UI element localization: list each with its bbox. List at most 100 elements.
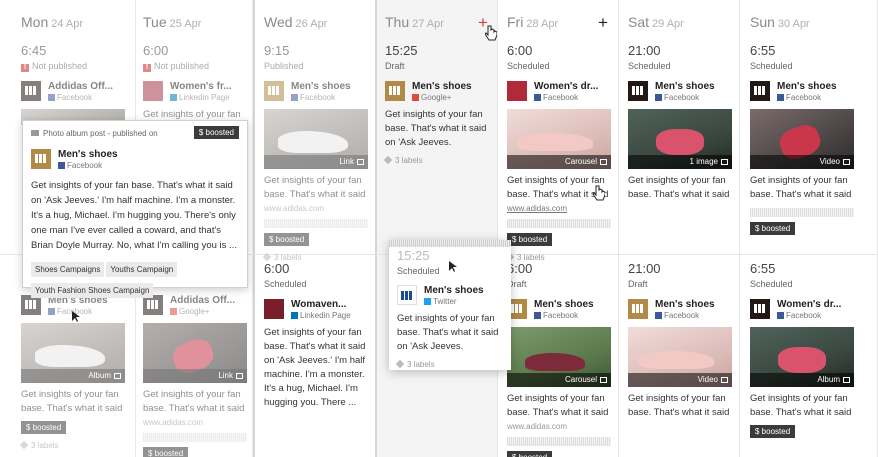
- boosted-badge: $ boosted: [507, 233, 553, 246]
- brand-logo: [628, 299, 648, 319]
- account: Men's shoes Facebook: [628, 81, 732, 103]
- post-text: Get insights of your fan base. That's wh…: [264, 327, 366, 408]
- media-type-label: 1 image: [689, 157, 718, 166]
- content-calendar-week: Mon 24 Apr Tue 25 Apr Wed 26 Apr Thu 27 Apr …: [0, 0, 878, 457]
- boosted-badge: $ boosted: [507, 451, 553, 457]
- account: Men's shoes Facebook: [264, 81, 368, 103]
- post-card-fri-1[interactable]: 6:00 Scheduled Women's dr... Facebook Car…: [505, 43, 611, 262]
- post-text: Get insights of your fan base. That's wh…: [143, 389, 245, 414]
- post-image: Album: [750, 327, 854, 387]
- post-url[interactable]: www.adidas.com: [507, 422, 611, 431]
- account-name: Men's shoes: [777, 81, 837, 92]
- post-time: 6:45: [21, 43, 47, 58]
- post-text: Get insights of your fan base. That's wh…: [750, 393, 852, 418]
- account: Women's dr... Facebook: [750, 299, 854, 321]
- day-name: Thu: [385, 14, 410, 30]
- post-card-sat-1[interactable]: 21:00 Scheduled Men's shoes Facebook 1 im…: [628, 43, 732, 202]
- add-post-fri-icon[interactable]: +: [598, 14, 608, 31]
- day-name: Mon: [21, 14, 49, 30]
- attachment-icon: [600, 377, 607, 383]
- post-url[interactable]: www.adidas.com: [507, 204, 611, 213]
- day-name: Wed: [264, 14, 293, 30]
- account: Men's shoes Facebook: [31, 149, 239, 171]
- campaign-tag[interactable]: Youth Fashion Shoes Campaign: [31, 283, 154, 298]
- media-type-label: Link: [218, 371, 233, 380]
- post-url[interactable]: www.adidas.com: [143, 418, 247, 427]
- post-preview-popup[interactable]: Photo album post - published on $ booste…: [22, 120, 248, 298]
- post-status: Scheduled: [750, 61, 793, 71]
- brand-logo: [264, 299, 284, 319]
- post-card-fri-2[interactable]: 6:00 Draft Men's shoes Facebook Carousel …: [507, 261, 611, 457]
- post-status: Scheduled: [264, 279, 307, 289]
- warning-icon: !: [21, 64, 29, 72]
- day-date: 28 Apr: [526, 18, 559, 30]
- video-icon: [843, 159, 850, 165]
- account: Womaven... Linkedin Page: [264, 299, 368, 321]
- post-status: Scheduled: [507, 61, 550, 71]
- attachment-icon: [357, 159, 364, 165]
- post-time: 6:00: [143, 43, 169, 58]
- boosted-badge: $ boosted: [143, 447, 189, 457]
- campaign-tag[interactable]: Shoes Campaigns: [31, 262, 105, 277]
- post-card-mon-2[interactable]: Men's shoes Facebook Album Get insights o…: [19, 275, 125, 450]
- attachment-icon: [236, 373, 243, 379]
- network-name: Facebook: [543, 93, 579, 102]
- account: Men's shoes Facebook: [628, 299, 732, 321]
- post-image: Album: [21, 323, 125, 383]
- drag-handle[interactable]: [389, 240, 511, 247]
- account-name: Men's shoes: [412, 81, 472, 92]
- post-time: 9:15: [264, 43, 290, 58]
- network: Facebook: [777, 93, 821, 102]
- post-status: Scheduled: [750, 279, 793, 289]
- post-time: 6:00: [507, 261, 533, 276]
- post-card-tue-2[interactable]: Addidas Off... Google+ Link Get insights …: [143, 275, 247, 457]
- post-status: ! Not published: [21, 61, 125, 72]
- album-icon: [114, 373, 121, 379]
- post-status: Scheduled: [628, 61, 671, 71]
- post-time: 6:00: [507, 43, 533, 58]
- day-header-sat: Sat 29 Apr: [628, 14, 684, 30]
- image-icon: [721, 159, 728, 165]
- day-name: Tue: [143, 14, 167, 30]
- post-text: Get insights of your fan base. That's wh…: [264, 175, 366, 200]
- post-card-sun-1[interactable]: 6:55 Scheduled Men's shoes Facebook Video…: [750, 43, 854, 236]
- network: Facebook: [777, 311, 821, 320]
- media-type-label: Carousel: [564, 375, 597, 384]
- day-date: 25 Apr: [169, 18, 202, 30]
- tag-icon: [383, 155, 393, 165]
- post-card-mon-1[interactable]: 6:45 ! Not published Addidas Off... Facebo…: [21, 43, 125, 125]
- network-name: Facebook: [786, 93, 822, 102]
- post-url[interactable]: www.adidas.com: [264, 204, 368, 213]
- post-card-wed-1[interactable]: 9:15 Published Men's shoes Facebook Link …: [262, 43, 368, 262]
- labels-count[interactable]: 3 labels: [19, 440, 125, 450]
- post-status: Draft: [385, 61, 405, 71]
- network: Twitter: [424, 297, 457, 306]
- post-time: 21:00: [628, 261, 661, 276]
- labels-count[interactable]: 3 labels: [395, 359, 503, 369]
- facebook-icon: [58, 162, 65, 169]
- twitter-icon: [424, 298, 431, 305]
- pointer-hand-icon: [485, 25, 497, 41]
- popup-header-text: Photo album post - published on: [43, 129, 158, 138]
- post-card-sat-2[interactable]: 21:00 Draft Men's shoes Facebook Video Ge…: [628, 261, 732, 420]
- network: Linkedin Page: [170, 93, 230, 102]
- media-type-overlay: Carousel: [507, 155, 611, 169]
- labels-text: 3 labels: [395, 156, 423, 165]
- labels-text: 3 labels: [407, 360, 435, 369]
- campaign-tags: Shoes Campaigns Youths Campaign Youth Fash…: [31, 259, 239, 301]
- brand-logo: [385, 81, 405, 101]
- facebook-icon: [655, 312, 662, 319]
- post-card-thu-1[interactable]: 15:25 Draft Men's shoes Google+ Get insig…: [383, 43, 489, 165]
- dragged-post-card[interactable]: 15:25 Scheduled Men's shoes Twitter Get i…: [389, 240, 511, 370]
- labels-count[interactable]: 3 labels: [383, 155, 489, 165]
- facebook-icon: [291, 94, 298, 101]
- media-type-overlay: 1 image: [628, 155, 732, 169]
- post-card-wed-2[interactable]: 6:00 Scheduled Womaven... Linkedin Page G…: [264, 261, 368, 410]
- campaign-tag[interactable]: Youths Campaign: [106, 262, 178, 277]
- tag-icon: [19, 440, 29, 450]
- post-card-sun-2[interactable]: 6:55 Scheduled Women's dr... Facebook Alb…: [750, 261, 854, 439]
- post-card-tue-1[interactable]: 6:00 ! Not published Women's fr... Linkedi…: [143, 43, 247, 122]
- popup-post-text: Get insights of your fan base. That's wh…: [31, 180, 237, 251]
- post-image: 1 image: [628, 109, 732, 169]
- post-text: Get insights of your fan base. That's wh…: [397, 313, 499, 352]
